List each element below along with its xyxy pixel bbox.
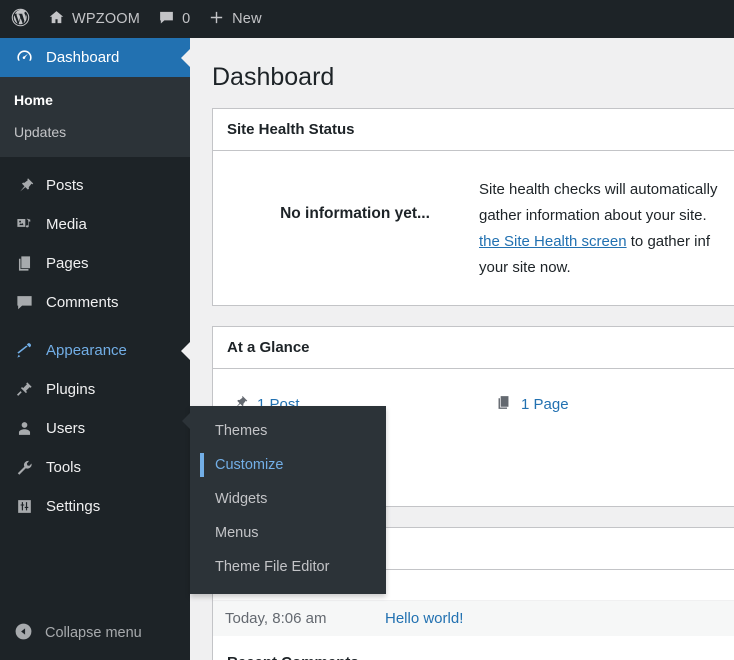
sidebar-item-label: Comments <box>46 294 119 311</box>
user-icon <box>14 419 34 438</box>
sidebar-item-label: Appearance <box>46 342 127 359</box>
menu-separator <box>0 157 190 166</box>
admin-bar: WPZOOM 0 New <box>0 0 734 38</box>
wordpress-logo-icon <box>10 7 31 32</box>
site-name-button[interactable]: WPZOOM <box>39 0 149 38</box>
sidebar-item-plugins[interactable]: Plugins <box>0 370 190 409</box>
flyout-item-theme-file-editor[interactable]: Theme File Editor <box>190 550 386 584</box>
sidebar-item-settings[interactable]: Settings <box>0 487 190 526</box>
sliders-icon <box>14 497 34 516</box>
comments-bubble-button[interactable]: 0 <box>149 0 199 38</box>
flyout-item-menus[interactable]: Menus <box>190 516 386 550</box>
pin-icon <box>14 176 34 195</box>
sidebar-item-dashboard[interactable]: Dashboard <box>0 38 190 77</box>
sidebar-item-pages[interactable]: Pages <box>0 244 190 283</box>
pages-icon <box>495 394 512 415</box>
sidebar-item-label: Pages <box>46 255 89 272</box>
sidebar-item-label: Dashboard <box>46 49 120 66</box>
panel-heading: At a Glance <box>213 327 734 369</box>
glance-item-pages[interactable]: 1 Page <box>493 387 734 422</box>
site-health-status-text: No information yet... <box>280 204 430 222</box>
site-health-description: Site health checks will automatically ga… <box>479 171 717 281</box>
admin-sidebar-menu: Dashboard Home Updates Posts Media Pages <box>0 38 190 660</box>
sidebar-item-posts[interactable]: Posts <box>0 166 190 205</box>
dashboard-submenu: Home Updates <box>0 77 190 157</box>
appearance-flyout-submenu: Themes Customize Widgets Menus Theme Fil… <box>182 406 386 594</box>
activity-timestamp: Today, 8:06 am <box>225 609 327 627</box>
media-icon <box>14 215 34 234</box>
wrench-icon <box>14 458 34 477</box>
sidebar-item-tools[interactable]: Tools <box>0 448 190 487</box>
sidebar-item-label: Plugins <box>46 381 96 398</box>
paintbrush-icon <box>14 341 34 360</box>
sidebar-item-users[interactable]: Users <box>0 409 190 448</box>
glance-pages-link[interactable]: 1 Page <box>521 396 569 413</box>
activity-row-recently-published[interactable]: Today, 8:06 am Hello world! <box>213 599 734 636</box>
wordpress-admin-screen: WPZOOM 0 New Dashboard Home Updates Post… <box>0 0 734 660</box>
pages-icon <box>14 254 34 273</box>
wordpress-logo-button[interactable] <box>0 0 39 38</box>
dashboard-gauge-icon <box>14 48 34 67</box>
sidebar-item-label: Users <box>46 420 86 437</box>
site-health-line-4: your site now. <box>479 258 571 276</box>
new-label: New <box>232 11 262 27</box>
sidebar-item-label: Settings <box>46 498 101 515</box>
flyout-item-themes[interactable]: Themes <box>190 414 386 448</box>
menu-separator <box>0 322 190 331</box>
recent-comments-heading: Recent Comments <box>213 636 734 660</box>
panel-heading: Site Health Status <box>213 109 734 151</box>
sidebar-item-comments[interactable]: Comments <box>0 283 190 322</box>
flyout-item-widgets[interactable]: Widgets <box>190 482 386 516</box>
submenu-item-home[interactable]: Home <box>0 84 190 116</box>
site-health-line-1: Site health checks will automatically <box>479 180 718 198</box>
site-health-line-3-tail: to gather inf <box>626 232 710 250</box>
site-health-row: No information yet... Site health checks… <box>227 165 734 291</box>
sidebar-item-media[interactable]: Media <box>0 205 190 244</box>
panel-body: No information yet... Site health checks… <box>213 151 734 305</box>
plus-icon <box>208 9 225 30</box>
flyout-item-customize[interactable]: Customize <box>190 448 386 482</box>
sidebar-item-appearance[interactable]: Appearance <box>0 331 190 370</box>
submenu-item-updates[interactable]: Updates <box>0 116 190 148</box>
activity-post-link[interactable]: Hello world! <box>385 610 463 627</box>
collapse-arrow-icon <box>14 622 33 645</box>
comment-bubble-icon <box>158 9 175 30</box>
sidebar-item-label: Posts <box>46 177 84 194</box>
collapse-menu-button[interactable]: Collapse menu <box>0 616 190 650</box>
site-health-line-3: the Site Health screen to gather inf <box>479 229 717 255</box>
page-title: Dashboard <box>212 63 335 91</box>
site-health-line-2: gather information about your site. <box>479 206 707 224</box>
current-menu-arrow-icon <box>181 48 190 67</box>
new-content-button[interactable]: New <box>199 0 271 38</box>
sidebar-item-label: Tools <box>46 459 82 476</box>
plug-icon <box>14 380 34 399</box>
site-health-screen-link[interactable]: the Site Health screen <box>479 233 627 250</box>
comments-count: 0 <box>182 11 191 27</box>
collapse-menu-label: Collapse menu <box>45 625 142 641</box>
hover-menu-arrow-icon <box>181 341 190 360</box>
comment-bubble-icon <box>14 293 34 312</box>
site-name-label: WPZOOM <box>72 11 141 27</box>
home-icon <box>48 9 65 30</box>
sidebar-item-label: Media <box>46 216 87 233</box>
panel-site-health-status: Site Health Status No information yet...… <box>212 107 734 306</box>
